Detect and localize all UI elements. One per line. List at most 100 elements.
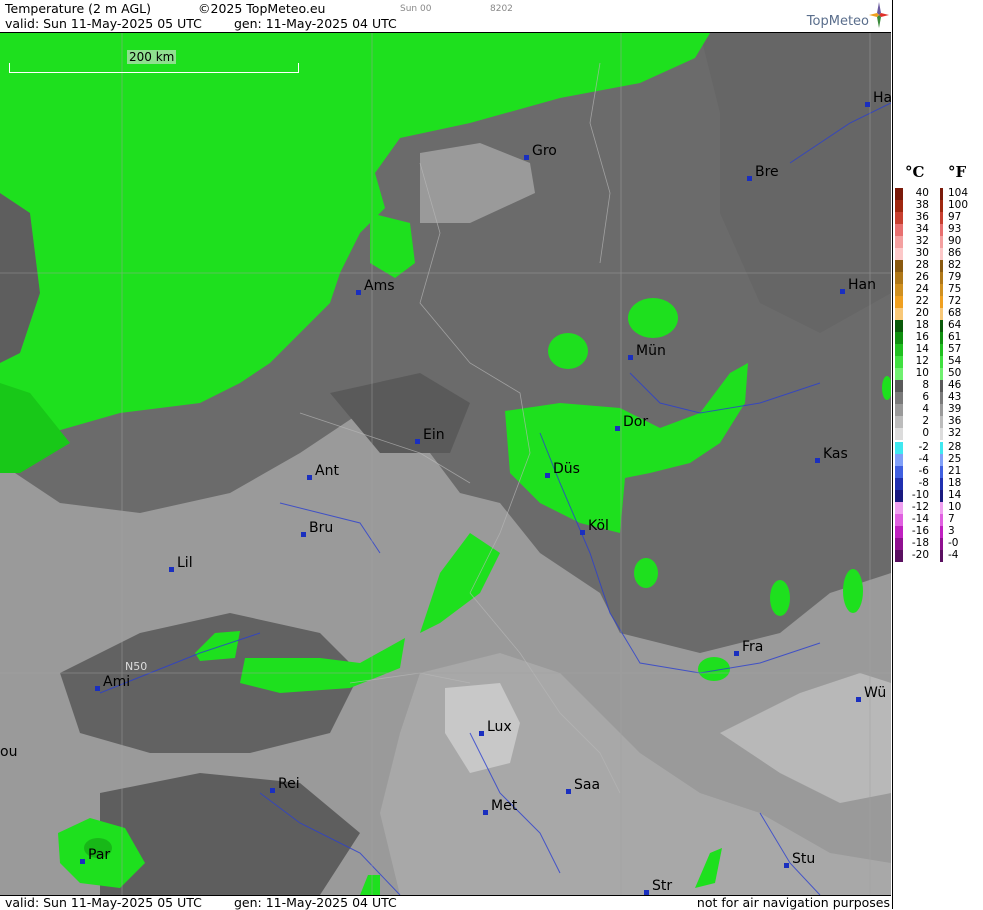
city-label[interactable]: Gro [524,143,557,160]
map-layer [0,33,891,895]
city-label[interactable]: Dor [614,414,648,431]
code-label: 8202 [490,4,513,14]
legend-celsius-value: -12 [911,501,929,513]
legend-celsius-value: 40 [915,187,929,199]
temperature-map[interactable]: 200 km N50 Ha Gro Bre Ams Han Mün Ein Do… [0,33,891,895]
legend-swatch-c [895,428,903,440]
legend-celsius-value: 34 [915,223,929,235]
city-label[interactable]: ou [0,744,17,760]
compass-icon [869,2,889,28]
city-label[interactable]: Ant [307,463,339,480]
run-label: Sun 00 [400,4,432,14]
legend-swatch-f [940,404,943,416]
legend-celsius-value: 8 [922,379,929,391]
brand-name: TopMeteo [806,14,869,29]
footer-gen-time: gen: 11-May-2025 04 UTC [234,895,397,910]
legend-fahrenheit-value: 104 [948,187,969,199]
legend-swatch-c [895,416,903,428]
temperature-legend: °C °F 40 104 38 100 36 97 34 93 32 90 30 86 28 82 26 79… [892,0,983,909]
legend-swatch-c [895,356,903,368]
city-label[interactable]: Düs [545,461,580,478]
city-label[interactable]: Fra [733,639,763,656]
legend-swatch-c [895,188,903,200]
city-label[interactable]: Bru [300,520,333,537]
topmeteo-logo[interactable]: TopMeteo [781,0,891,32]
legend-celsius-value: 10 [915,367,929,379]
legend-swatch-f [940,296,943,308]
legend-fahrenheit-value: 90 [948,235,962,247]
legend-fahrenheit-value: 64 [948,319,962,331]
legend-fahrenheit-value: 25 [948,453,962,465]
legend-fahrenheit-value: 21 [948,465,962,477]
city-label[interactable]: Lil [169,555,193,572]
city-label[interactable]: Stu [783,851,815,868]
legend-fahrenheit-value: 93 [948,223,962,235]
legend-celsius-value: 36 [915,211,929,223]
city-label[interactable]: Rei [270,776,300,793]
legend-fahrenheit-value: 61 [948,331,962,343]
city-label[interactable]: Mün [628,343,666,360]
legend-fahrenheit-value: 68 [948,307,962,319]
legend-swatch-c [895,212,903,224]
legend-fahrenheit-value: 57 [948,343,962,355]
legend-celsius-value: 0 [922,427,929,439]
legend-celsius-value: -10 [911,489,929,501]
legend-swatch-f [940,380,943,392]
legend-swatch-f [940,260,943,272]
legend-swatch-c [895,368,903,380]
legend-swatch-f [940,514,943,526]
legend-celsius-value: 28 [915,259,929,271]
legend-fahrenheit-value: 97 [948,211,962,223]
legend-celsius-value: -2 [918,441,929,453]
legend-swatch-c [895,392,903,404]
legend-swatch-c [895,454,903,466]
legend-swatch-c [895,260,903,272]
legend-swatch-c [895,284,903,296]
legend-celsius-value: 16 [915,331,929,343]
city-label[interactable]: Ha [864,90,891,107]
legend-swatch-f [940,392,943,404]
city-label[interactable]: Ein [415,427,445,444]
city-label[interactable]: Ams [356,278,395,295]
legend-celsius-value: -20 [911,549,929,561]
legend-swatch-c [895,502,903,514]
city-label[interactable]: Bre [747,164,779,181]
city-label[interactable]: Wü [855,685,886,702]
legend-swatch-f [940,466,943,478]
footer-valid-time: valid: Sun 11-May-2025 05 UTC [5,895,202,910]
legend-celsius-value: 24 [915,283,929,295]
city-label[interactable]: Par [79,847,110,864]
legend-swatch-f [940,236,943,248]
legend-fahrenheit-value: -0 [948,537,959,549]
city-label[interactable]: Kas [815,446,848,463]
legend-fahrenheit-value: 18 [948,477,962,489]
disclaimer: not for air navigation purposes [696,895,890,910]
city-label[interactable]: Han [840,277,876,294]
legend-celsius-value: -16 [911,525,929,537]
legend-celsius-value: -8 [918,477,929,489]
legend-swatch-c [895,442,903,454]
legend-fahrenheit-value: -4 [948,549,959,561]
legend-swatch-f [940,368,943,380]
legend-celsius-value: -14 [911,513,929,525]
copyright: ©2025 TopMeteo.eu [198,1,326,16]
legend-swatch-f [940,248,943,260]
legend-fahrenheit-value: 32 [948,427,962,439]
legend-swatch-c [895,224,903,236]
city-label[interactable]: Saa [565,777,600,794]
legend-celsius-value: -6 [918,465,929,477]
map-title: Temperature (2 m AGL) [5,1,151,16]
legend-swatch-c [895,380,903,392]
city-label[interactable]: Ami [94,674,130,691]
city-label[interactable]: Met [482,798,517,815]
city-label[interactable]: Str [643,878,672,895]
legend-swatch-f [940,478,943,490]
legend-swatch-c [895,200,903,212]
legend-fahrenheit-value: 50 [948,367,962,379]
legend-fahrenheit-value: 54 [948,355,962,367]
distance-scale: 200 km [9,50,299,73]
city-label[interactable]: Köl [580,518,609,535]
legend-swatch-f [940,502,943,514]
city-label[interactable]: Lux [479,719,512,736]
legend-swatch-c [895,236,903,248]
